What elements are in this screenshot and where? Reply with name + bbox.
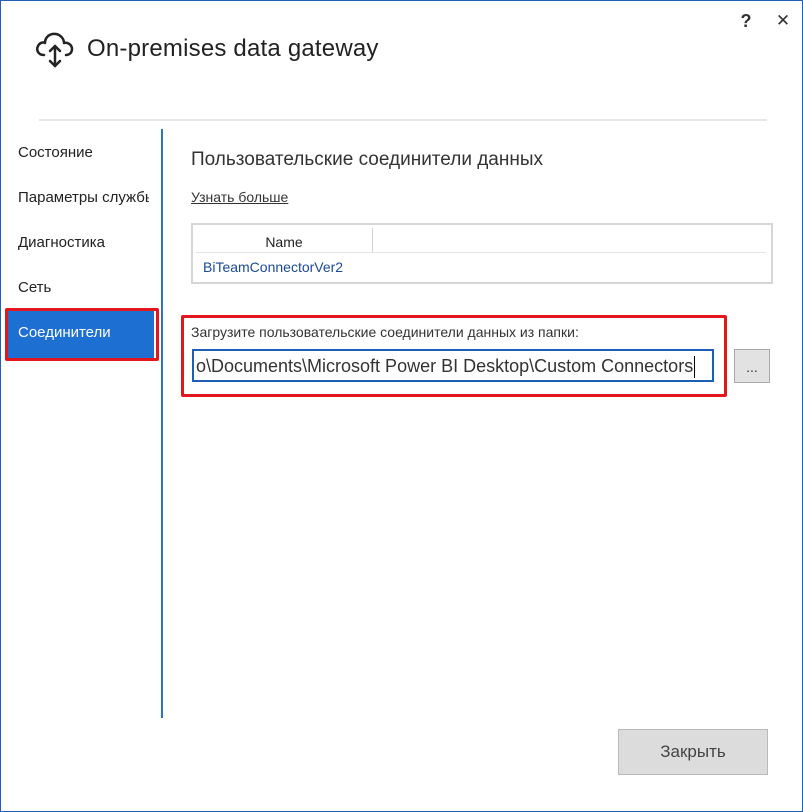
sidebar-item-status[interactable]: Состояние (1, 131, 157, 175)
help-button[interactable]: ? (736, 9, 756, 33)
learn-more-link[interactable]: Узнать больше (191, 189, 288, 205)
app-title: On-premises data gateway (87, 35, 379, 62)
highlight-box-sidebar (5, 308, 159, 361)
column-header-name[interactable]: Name (196, 228, 373, 252)
connectors-table: Name BiTeamConnectorVer2 (191, 223, 773, 284)
sidebar-item-label: Сеть (18, 279, 52, 296)
browse-button[interactable]: ... (734, 349, 770, 383)
table-row[interactable]: BiTeamConnectorVer2 (203, 259, 343, 275)
highlight-box-folder (181, 315, 727, 397)
close-window-button[interactable]: ✕ (773, 9, 793, 33)
table-header: Name (196, 228, 766, 253)
header-divider (39, 119, 767, 121)
sidebar-divider (161, 129, 163, 718)
sidebar-item-diagnostics[interactable]: Диагностика (1, 221, 157, 265)
close-button[interactable]: Закрыть (618, 729, 768, 775)
title-bar: On-premises data gateway ? ✕ (1, 1, 802, 111)
sidebar-item-network[interactable]: Сеть (1, 266, 157, 310)
sidebar-item-label: Параметры службы (18, 189, 149, 206)
sidebar-item-label: Состояние (18, 144, 93, 161)
page-title: Пользовательские соединители данных (191, 149, 544, 170)
sidebar: Состояние Параметры службы Диагностика С… (1, 129, 161, 719)
sidebar-item-label: Диагностика (18, 234, 105, 251)
gateway-window: On-premises data gateway ? ✕ Состояние П… (0, 0, 803, 812)
cloud-upload-icon (36, 32, 74, 68)
sidebar-item-service-settings[interactable]: Параметры службы (1, 176, 149, 220)
